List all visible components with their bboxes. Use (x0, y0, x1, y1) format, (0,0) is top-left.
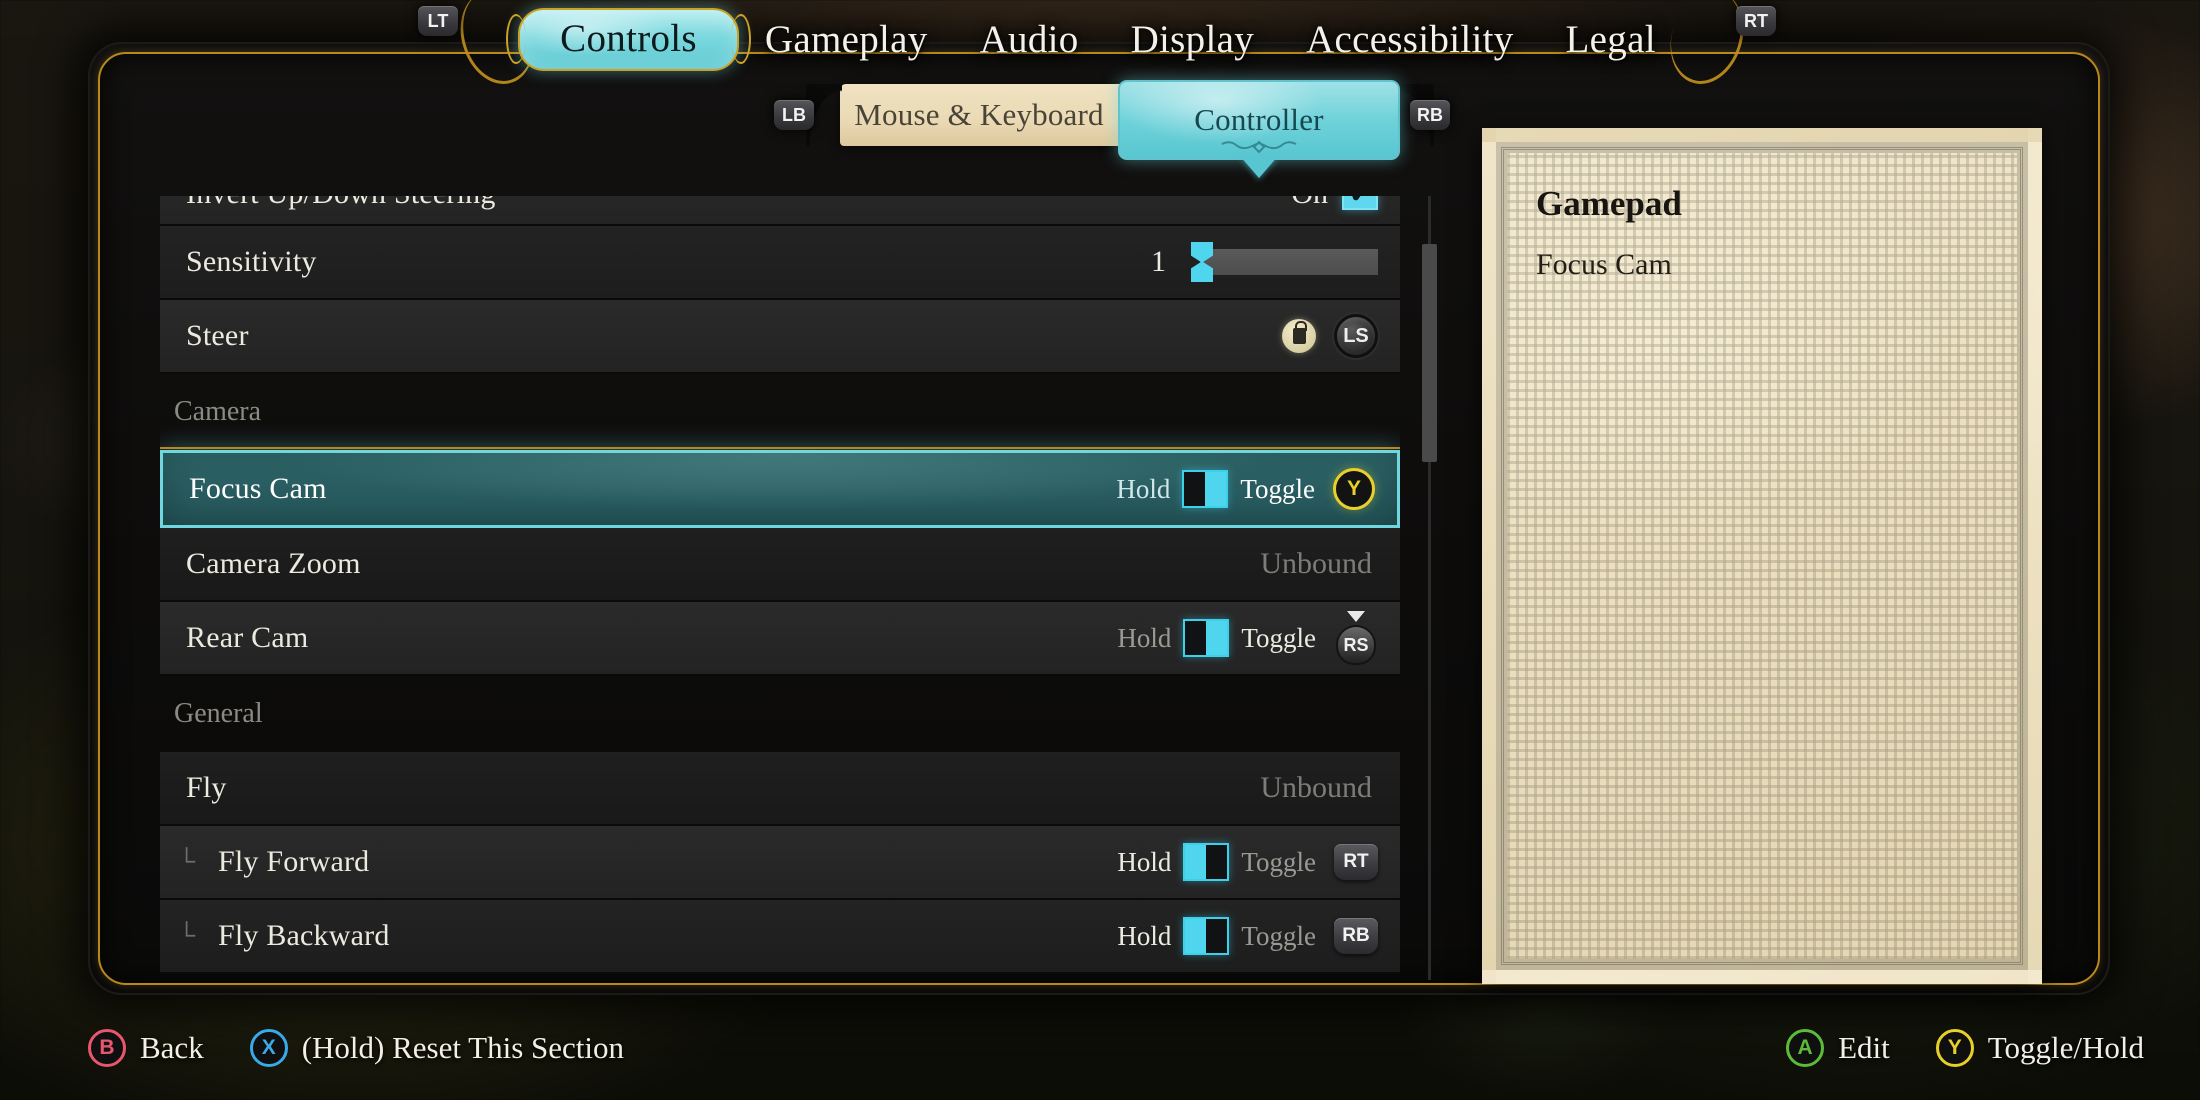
sensitivity-slider[interactable] (1191, 242, 1378, 282)
tab-gameplay[interactable]: Gameplay (739, 20, 954, 59)
hold-label: Hold (1116, 473, 1171, 504)
sub-item-indent-icon: └ (178, 922, 196, 949)
slider-handle[interactable] (1191, 242, 1213, 282)
detail-panel: Gamepad Focus Cam (1482, 128, 2042, 984)
setting-label: Invert Up/Down Steering (160, 196, 496, 211)
setting-row-fly[interactable]: Fly Unbound (160, 752, 1400, 826)
setting-label: Sensitivity (186, 245, 317, 278)
tab-legal[interactable]: Legal (1540, 20, 1682, 59)
subtab-controller[interactable]: Controller (1118, 80, 1400, 178)
y-button-icon[interactable]: Y (1333, 468, 1375, 510)
hold-toggle-control[interactable]: Hold Toggle (1117, 619, 1316, 657)
left-stick-icon[interactable]: LS (1334, 314, 1378, 358)
setting-row-fly-backward[interactable]: └ Fly Backward Hold Toggle RB (160, 900, 1400, 974)
setting-row-invert-steering[interactable]: Invert Up/Down Steering On ✔ (160, 196, 1400, 226)
unbound-value: Unbound (1260, 547, 1372, 580)
detail-panel-title: Gamepad (1536, 184, 1682, 223)
setting-row-camera-zoom[interactable]: Camera Zoom Unbound (160, 528, 1400, 602)
tab-pointer-decoration (1240, 156, 1278, 178)
hold-toggle-control[interactable]: Hold Toggle (1117, 843, 1316, 881)
a-button-icon: A (1786, 1029, 1825, 1067)
y-button-icon: Y (1935, 1029, 1974, 1067)
prompt-label: Toggle/Hold (1987, 1030, 2144, 1065)
prompt-reset-section[interactable]: X (Hold) Reset This Section (249, 1029, 625, 1067)
hold-toggle-control[interactable]: Hold Toggle (1117, 917, 1316, 955)
hold-toggle-switch[interactable] (1182, 470, 1229, 508)
setting-label: Fly Forward (218, 845, 370, 878)
toggle-label: Toggle (1241, 622, 1316, 653)
unbound-value: Unbound (1260, 771, 1372, 804)
settings-scrollbar[interactable] (1422, 196, 1437, 980)
toggle-label: Toggle (1240, 473, 1315, 504)
setting-label: Rear Cam (186, 621, 309, 654)
tab-controls[interactable]: Controls (518, 7, 739, 71)
hold-toggle-control[interactable]: Hold Toggle (1116, 470, 1315, 508)
hold-toggle-switch[interactable] (1183, 843, 1230, 881)
right-bumper-binding-icon[interactable]: RB (1334, 918, 1378, 954)
setting-row-sensitivity[interactable]: Sensitivity 1 (160, 226, 1400, 300)
footer-prompt-bar: B Back X (Hold) Reset This Section A Edi… (0, 996, 2200, 1100)
tab-flourish-icon (1221, 140, 1297, 154)
main-tab-bar: Controls Gameplay Audio Display Accessib… (0, 0, 2200, 78)
setting-row-steer[interactable]: Steer LS (160, 300, 1400, 374)
hold-toggle-switch[interactable] (1183, 917, 1230, 955)
right-bumper-icon: RB (1410, 100, 1450, 130)
section-header-camera: Camera (174, 396, 262, 427)
prompt-back[interactable]: B Back (88, 1029, 204, 1067)
setting-row-rear-cam[interactable]: Rear Cam Hold Toggle RS (160, 602, 1400, 676)
prompt-label: Back (140, 1030, 204, 1065)
right-trigger-binding-icon[interactable]: RT (1334, 844, 1378, 880)
left-bumper-icon: LB (774, 100, 814, 130)
settings-list[interactable]: Invert Up/Down Steering On ✔ Sensitivity… (160, 196, 1400, 980)
prompt-edit[interactable]: A Edit (1786, 1029, 1890, 1067)
setting-label: Fly Backward (218, 919, 390, 952)
detail-panel-subtitle: Focus Cam (1536, 248, 1672, 281)
prompt-label: Edit (1838, 1030, 1890, 1065)
hold-label: Hold (1117, 920, 1172, 951)
toggle-label: Toggle (1241, 846, 1316, 877)
setting-row-fly-forward[interactable]: └ Fly Forward Hold Toggle RT (160, 826, 1400, 900)
subtab-mouse-keyboard[interactable]: Mouse & Keyboard (840, 84, 1118, 146)
setting-label: Camera Zoom (186, 547, 361, 580)
right-stick-press-icon[interactable]: RS (1334, 611, 1378, 665)
lock-icon (1282, 319, 1316, 353)
sub-item-indent-icon: └ (178, 848, 196, 875)
hold-label: Hold (1117, 622, 1172, 653)
tab-display[interactable]: Display (1105, 20, 1280, 59)
stick-press-arrow-icon (1347, 611, 1365, 622)
left-trigger-icon: LT (418, 6, 458, 36)
hold-label: Hold (1117, 846, 1172, 877)
toggle-label: Toggle (1241, 920, 1316, 951)
right-trigger-icon: RT (1736, 6, 1776, 36)
scrollbar-thumb[interactable] (1422, 244, 1437, 462)
subtab-controller-label: Controller (1194, 102, 1324, 137)
hold-toggle-switch[interactable] (1183, 619, 1230, 657)
setting-row-focus-cam[interactable]: Focus Cam Hold Toggle Y (160, 447, 1400, 531)
x-button-icon: X (249, 1029, 288, 1067)
prompt-toggle-hold[interactable]: Y Toggle/Hold (1935, 1029, 2144, 1067)
tab-accessibility[interactable]: Accessibility (1280, 20, 1540, 59)
setting-label: Focus Cam (189, 472, 327, 505)
prompt-label: (Hold) Reset This Section (301, 1030, 625, 1065)
b-button-icon: B (88, 1029, 126, 1067)
tab-audio[interactable]: Audio (954, 20, 1105, 59)
slider-value: 1 (1151, 245, 1166, 278)
setting-label: Steer (186, 319, 249, 352)
section-header-general: General (174, 698, 263, 729)
checkbox-icon[interactable]: ✔ (1342, 196, 1378, 210)
setting-value: On (1291, 196, 1328, 211)
setting-label: Fly (186, 771, 227, 804)
device-sub-tab-bar: Mouse & Keyboard Controller (840, 80, 1434, 178)
